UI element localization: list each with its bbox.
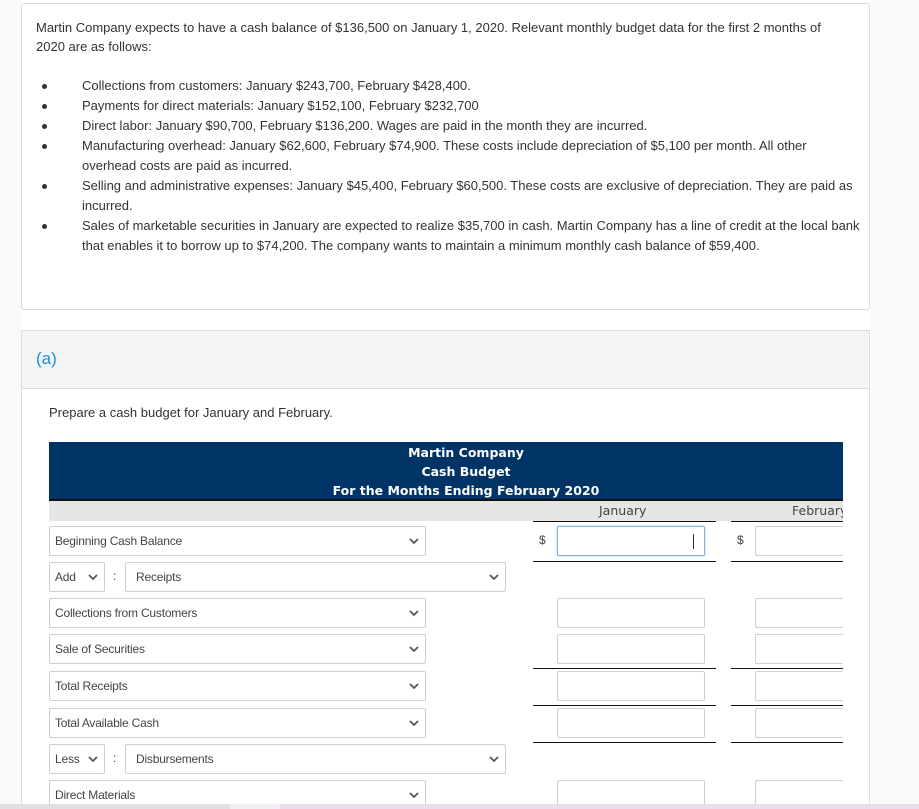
text-cursor bbox=[693, 534, 694, 549]
column-header-february: February bbox=[792, 503, 843, 518]
chevron-down-icon bbox=[409, 610, 419, 617]
column-header-january: January bbox=[599, 503, 647, 518]
line-item-select[interactable]: Collections from Customers bbox=[49, 598, 426, 628]
chevron-down-icon bbox=[489, 574, 499, 581]
table-row: Beginning Cash Balance $ $ bbox=[49, 526, 843, 556]
list-item: Manufacturing overhead: January $62,600,… bbox=[22, 136, 862, 176]
column-header-row: January February bbox=[49, 501, 843, 521]
january-amount-input[interactable] bbox=[557, 671, 705, 701]
section-select[interactable]: Disbursements bbox=[125, 744, 506, 774]
section-select[interactable]: Receipts bbox=[125, 562, 506, 592]
february-amount-input[interactable] bbox=[755, 598, 843, 628]
colon-separator: : bbox=[113, 569, 117, 583]
february-amount-input[interactable] bbox=[755, 671, 843, 701]
rule-line bbox=[533, 668, 716, 669]
operator-select[interactable]: Less bbox=[49, 744, 105, 774]
statement-period: For the Months Ending February 2020 bbox=[332, 483, 600, 498]
bullet-icon bbox=[42, 184, 47, 189]
january-amount-input[interactable] bbox=[557, 526, 705, 556]
statement-name: Cash Budget bbox=[421, 464, 511, 479]
chevron-down-icon bbox=[489, 756, 499, 763]
table-row: Collections from Customers bbox=[49, 598, 843, 628]
list-item: Payments for direct materials: January $… bbox=[22, 96, 862, 116]
february-amount-input[interactable] bbox=[755, 526, 843, 556]
colon-separator: : bbox=[113, 751, 117, 765]
cash-budget-table: Martin Company Cash Budget For the Month… bbox=[49, 442, 843, 809]
line-item-select[interactable]: Sale of Securities bbox=[49, 634, 426, 664]
line-item-select[interactable]: Beginning Cash Balance bbox=[49, 526, 426, 556]
chevron-down-icon bbox=[409, 646, 419, 653]
january-amount-input[interactable] bbox=[557, 598, 705, 628]
line-item-select[interactable]: Total Receipts bbox=[49, 671, 426, 701]
line-item-select[interactable]: Total Available Cash bbox=[49, 708, 426, 738]
part-header: (a) bbox=[22, 331, 869, 389]
january-amount-input[interactable] bbox=[557, 634, 705, 664]
table-row: Total Receipts bbox=[49, 671, 843, 701]
chevron-down-icon bbox=[88, 756, 98, 763]
chevron-down-icon bbox=[409, 720, 419, 727]
rule-line bbox=[731, 668, 843, 669]
company-name: Martin Company bbox=[408, 445, 524, 460]
table-row: Sale of Securities bbox=[49, 634, 843, 664]
table-row: Less : Disbursements bbox=[49, 744, 843, 774]
list-item: Collections from customers: January $243… bbox=[22, 76, 862, 96]
bullet-icon bbox=[42, 104, 47, 109]
problem-statement-card: Martin Company expects to have a cash ba… bbox=[21, 3, 870, 310]
chevron-down-icon bbox=[409, 538, 419, 545]
problem-intro: Martin Company expects to have a cash ba… bbox=[36, 20, 821, 54]
january-amount-input[interactable] bbox=[557, 708, 705, 738]
list-item: Sales of marketable securities in Januar… bbox=[22, 216, 862, 256]
instruction-text: Prepare a cash budget for January and Fe… bbox=[49, 405, 333, 420]
currency-symbol: $ bbox=[539, 533, 546, 547]
operator-select[interactable]: Add bbox=[49, 562, 105, 592]
rule-line bbox=[731, 705, 843, 706]
budget-title: Martin Company Cash Budget For the Month… bbox=[49, 442, 843, 501]
part-label: (a) bbox=[36, 349, 57, 368]
bottom-edge-strip bbox=[0, 804, 919, 809]
table-row: Total Available Cash bbox=[49, 708, 843, 738]
table-row: Add : Receipts bbox=[49, 562, 843, 592]
bullet-icon bbox=[42, 124, 47, 129]
part-a-card: (a) Prepare a cash budget for January an… bbox=[21, 330, 870, 809]
chevron-down-icon bbox=[409, 683, 419, 690]
rule-line bbox=[533, 742, 716, 743]
rule-line bbox=[533, 705, 716, 706]
problem-data-list: Collections from customers: January $243… bbox=[22, 76, 862, 256]
february-amount-input[interactable] bbox=[755, 708, 843, 738]
rule-line bbox=[731, 521, 843, 522]
list-item: Selling and administrative expenses: Jan… bbox=[22, 176, 862, 216]
chevron-down-icon bbox=[409, 792, 419, 799]
list-item: Direct labor: January $90,700, February … bbox=[22, 116, 862, 136]
bullet-icon bbox=[42, 224, 47, 229]
chevron-down-icon bbox=[88, 574, 98, 581]
bullet-icon bbox=[42, 84, 47, 89]
rule-line bbox=[731, 742, 843, 743]
bullet-icon bbox=[42, 144, 47, 149]
february-amount-input[interactable] bbox=[755, 634, 843, 664]
rule-line bbox=[533, 521, 716, 522]
currency-symbol: $ bbox=[737, 533, 744, 547]
